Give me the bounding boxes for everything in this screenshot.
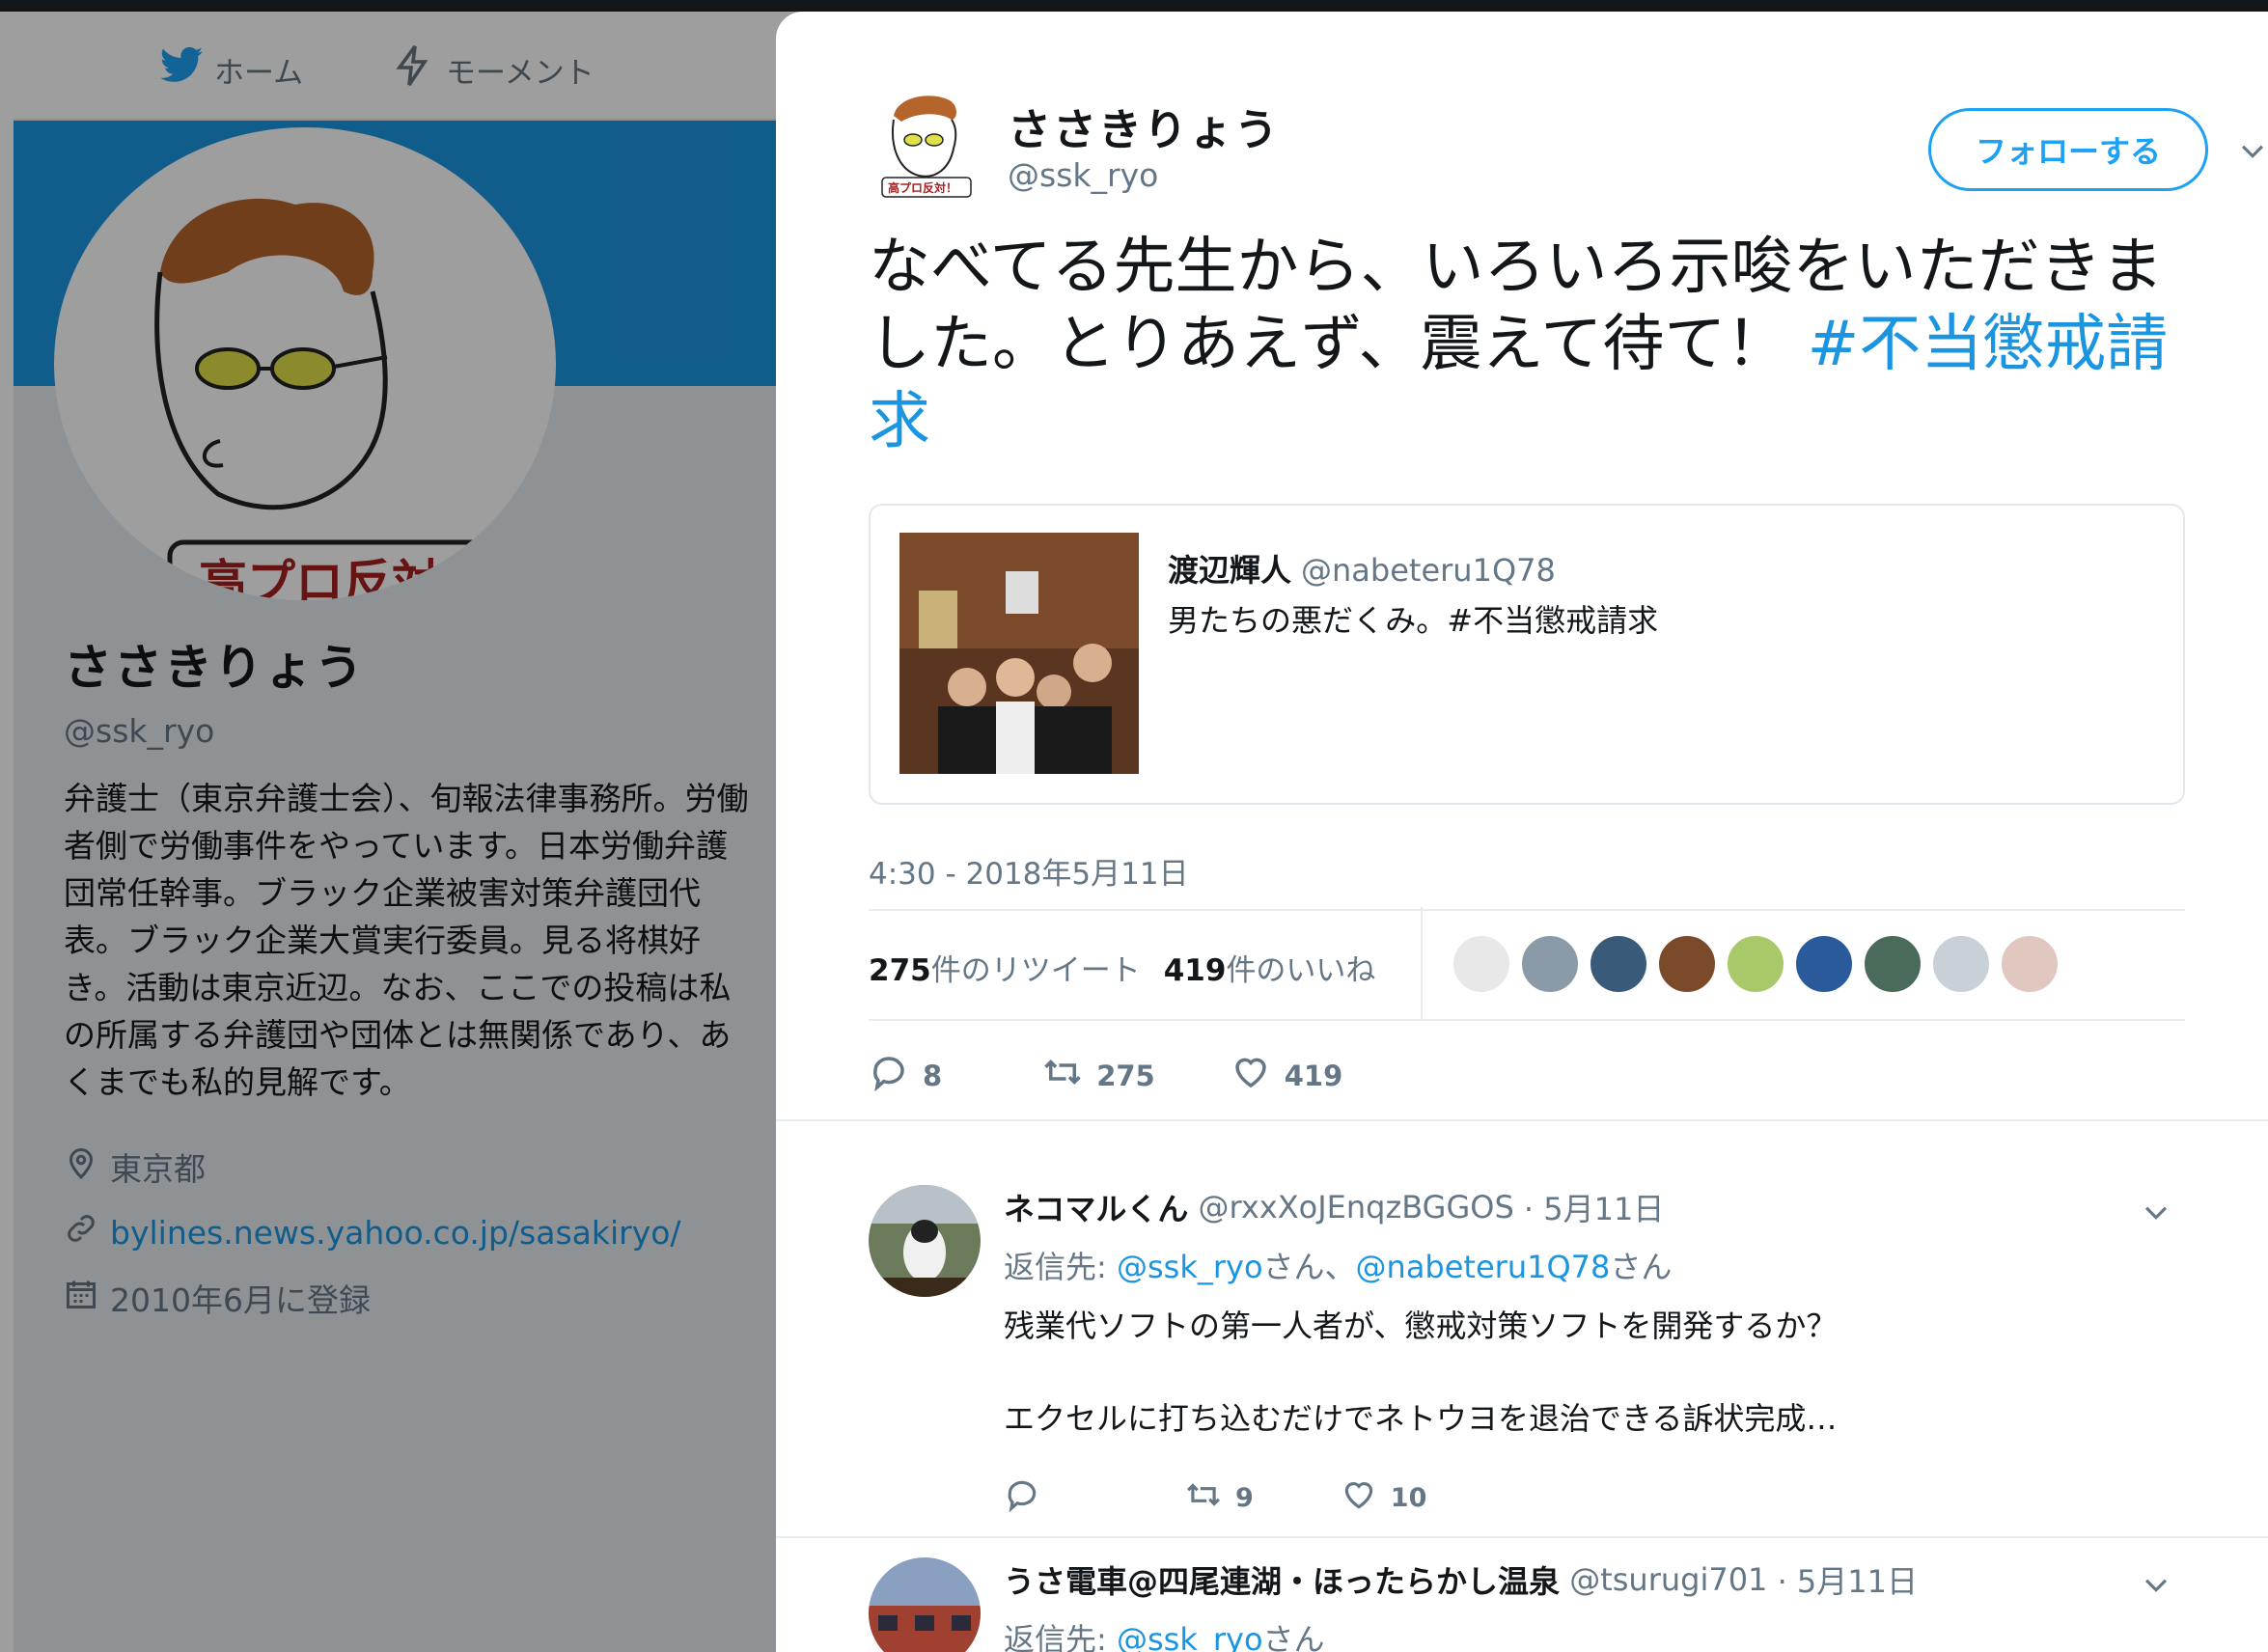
reply-to-suffix: さん、 <box>1262 1249 1356 1285</box>
quoted-tweet-photo[interactable] <box>899 533 1139 774</box>
quoted-author-name[interactable]: 渡辺輝人 <box>1168 552 1291 589</box>
retweet-icon <box>1185 1476 1222 1520</box>
reply-body: うさ電車@四尾連湖・ほったらかし温泉 @tsurugi701 · 5月11日 返… <box>1004 1557 2181 1652</box>
liker-avatar[interactable] <box>2000 934 2060 994</box>
reply-header: うさ電車@四尾連湖・ほったらかし温泉 @tsurugi701 · 5月11日 <box>1004 1557 2181 1602</box>
liker-avatar[interactable] <box>1452 934 1511 994</box>
quoted-tweet-text: 男たちの悪だくみ。#不当懲戒請求 <box>1168 602 1659 639</box>
author-avatar[interactable]: 高プロ反対！ <box>872 87 979 203</box>
reply-to-line: 返信先: @ssk_ryoさん <box>1004 1615 2181 1652</box>
heart-icon <box>1341 1476 1377 1520</box>
tweet-timestamp[interactable]: 4:30 - 2018年5月11日 <box>869 849 1189 893</box>
liker-avatar[interactable] <box>1931 934 1991 994</box>
chevron-down-icon[interactable] <box>2233 131 2268 170</box>
retweet-count: 9 <box>1235 1483 1254 1513</box>
chevron-down-icon[interactable] <box>2137 1565 2175 1604</box>
retweet-count: 275 <box>869 952 931 988</box>
author-avatar-caption: 高プロ反対！ <box>888 181 958 195</box>
liker-avatar[interactable] <box>1726 934 1785 994</box>
liker-avatar[interactable] <box>1657 934 1717 994</box>
like-action-count: 419 <box>1284 1059 1343 1092</box>
reply-author-name[interactable]: ネコマルくん <box>1004 1185 1188 1229</box>
reply-header: ネコマルくん @rxxXoJEnqzBGGOS · 5月11日 <box>1004 1185 2181 1229</box>
reply-avatar[interactable] <box>869 1557 981 1652</box>
tweet-text: なべてる先生から、いろいろ示唆をいただきました。とりあえず、震えて待て！ #不当… <box>869 229 2200 460</box>
reply-to-prefix: 返信先: <box>1004 1249 1117 1285</box>
like-count: 10 <box>1390 1483 1427 1513</box>
reply-to-line: 返信先: @ssk_ryoさん、@nabeteru1Q78さん <box>1004 1243 2181 1287</box>
quoted-tweet[interactable]: 渡辺輝人 @nabeteru1Q78 男たちの悪だくみ。#不当懲戒請求 <box>869 504 2185 805</box>
like-stat[interactable]: 419件のいいね <box>1164 946 1376 989</box>
liker-avatar[interactable] <box>1520 934 1580 994</box>
reply-to-suffix: さん <box>1262 1621 1325 1652</box>
tweet-stats: 275件のリツイート 419件のいいね <box>869 928 1375 1005</box>
liker-avatar[interactable] <box>1589 934 1648 994</box>
divider <box>869 1019 2185 1021</box>
liker-avatar[interactable] <box>1863 934 1922 994</box>
like-label: 件のいいね <box>1226 952 1376 988</box>
tweet-header: 高プロ反対！ ささきりょう @ssk_ryo フォローする <box>872 87 2264 203</box>
reply-text: 残業代ソフトの第一人者が、懲戒対策ソフトを開発するか？ エクセルに打ち込むだけで… <box>1004 1308 1838 1437</box>
stat-divider <box>1421 907 1423 1019</box>
like-button[interactable]: 419 <box>1231 1052 1343 1099</box>
reply-to-mention[interactable]: @ssk_ryo <box>1117 1249 1263 1285</box>
reply-author-name[interactable]: うさ電車@四尾連湖・ほったらかし温泉 <box>1004 1557 1560 1602</box>
reply-author-handle[interactable]: @rxxXoJEnqzBGGOS <box>1199 1189 1514 1225</box>
retweet-stat[interactable]: 275件のリツイート <box>869 946 1141 989</box>
reply-icon <box>1004 1476 1040 1520</box>
retweet-icon <box>1042 1052 1083 1099</box>
reply-author-handle[interactable]: @tsurugi701 <box>1569 1561 1767 1598</box>
reply-button[interactable]: 8 <box>869 1052 942 1099</box>
reply-date[interactable]: · 5月11日 <box>1778 1557 1918 1602</box>
tweet-actions: 8 275 419 <box>869 1052 1342 1099</box>
reply-date[interactable]: · 5月11日 <box>1524 1185 1664 1229</box>
reply-button[interactable] <box>1004 1476 1040 1520</box>
window-top-bar <box>0 0 2268 12</box>
reply-to-suffix: さん <box>1610 1249 1673 1285</box>
reply-tweet[interactable]: ネコマルくん @rxxXoJEnqzBGGOS · 5月11日 返信先: @ss… <box>869 1185 2220 1513</box>
reply-avatar[interactable] <box>869 1185 981 1297</box>
follow-button[interactable]: フォローする <box>1928 108 2208 191</box>
retweet-label: 件のリツイート <box>930 952 1141 988</box>
liker-avatar[interactable] <box>1794 934 1854 994</box>
retweet-button[interactable]: 275 <box>1042 1052 1155 1099</box>
like-count: 419 <box>1163 952 1227 988</box>
like-button[interactable]: 10 <box>1341 1476 1427 1520</box>
heart-icon <box>1231 1052 1271 1099</box>
tweet-modal: 高プロ反対！ ささきりょう @ssk_ryo フォローする なべてる先生から、い… <box>776 12 2268 1652</box>
reply-to-mention[interactable]: @nabeteru1Q78 <box>1356 1249 1611 1285</box>
reply-section-separator <box>776 1119 2268 1121</box>
author-name[interactable]: ささきりょう <box>1008 95 1280 157</box>
retweet-action-count: 275 <box>1096 1059 1155 1092</box>
author-handle[interactable]: @ssk_ryo <box>1008 156 1158 194</box>
liker-avatars <box>1452 934 2060 994</box>
reply-body: ネコマルくん @rxxXoJEnqzBGGOS · 5月11日 返信先: @ss… <box>1004 1185 2181 1520</box>
retweet-button[interactable]: 9 <box>1185 1476 1254 1520</box>
chevron-down-icon[interactable] <box>2137 1193 2175 1231</box>
divider <box>869 909 2185 911</box>
quoted-author-handle[interactable]: @nabeteru1Q78 <box>1301 552 1556 589</box>
reply-actions: 9 10 <box>1004 1476 2181 1520</box>
reply-separator <box>776 1536 2268 1538</box>
quoted-tweet-meta: 渡辺輝人 @nabeteru1Q78 <box>1168 546 1556 591</box>
reply-to-mention[interactable]: @ssk_ryo <box>1117 1621 1263 1652</box>
reply-count: 8 <box>923 1059 943 1092</box>
reply-tweet[interactable]: うさ電車@四尾連湖・ほったらかし温泉 @tsurugi701 · 5月11日 返… <box>869 1557 2220 1652</box>
reply-icon <box>869 1052 909 1099</box>
reply-to-prefix: 返信先: <box>1004 1621 1117 1652</box>
